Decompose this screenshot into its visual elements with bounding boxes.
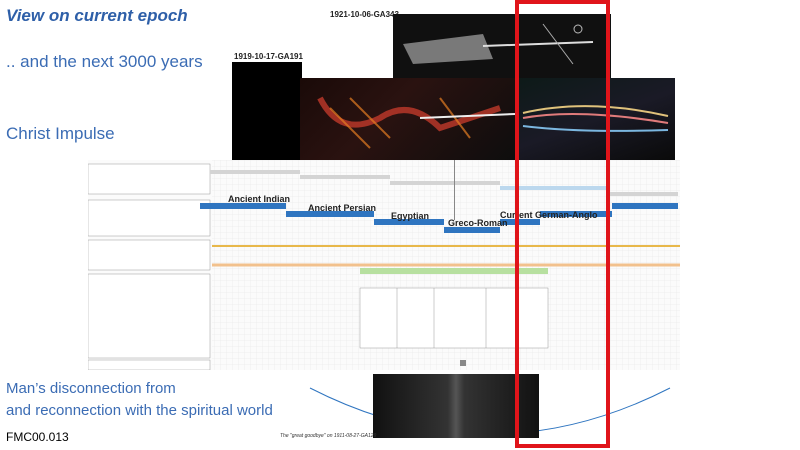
vertical-marker: [454, 160, 455, 220]
slide-title: View on current epoch: [6, 6, 188, 25]
epoch-label: Egyptian: [391, 211, 430, 221]
bottom-text-line2: and reconnection with the spiritual worl…: [6, 402, 273, 419]
timeline-gray-bar: [610, 192, 678, 196]
top-image-label: 1921-10-06-GA343: [330, 10, 399, 19]
bottom-caption: The "great goodbye" on 1911-08-27-GA129: [280, 433, 377, 439]
bottom-text-line1: Man’s disconnection from: [6, 380, 176, 397]
timeline-gray-bar: [390, 181, 500, 185]
main-image-label: 1919-10-17-GA191: [234, 52, 303, 61]
epoch-label: Ancient Indian: [228, 194, 291, 204]
timeline-gray-bar: [300, 175, 390, 179]
slide-code: FMC00.013: [6, 430, 69, 444]
timeline-gray-bar: [210, 170, 300, 174]
highlight-frame: [515, 0, 610, 448]
epoch-label: Greco-Roman: [448, 218, 508, 228]
blackboard-drawing-left: [300, 78, 520, 160]
epoch-bar: [612, 203, 678, 209]
image-black-strip: [232, 62, 302, 160]
drawing-image: [317, 96, 516, 149]
epoch-label: Ancient Persian: [308, 203, 377, 213]
slide-subtitle: .. and the next 3000 years: [6, 52, 203, 71]
section-title: Christ Impulse: [6, 124, 115, 143]
